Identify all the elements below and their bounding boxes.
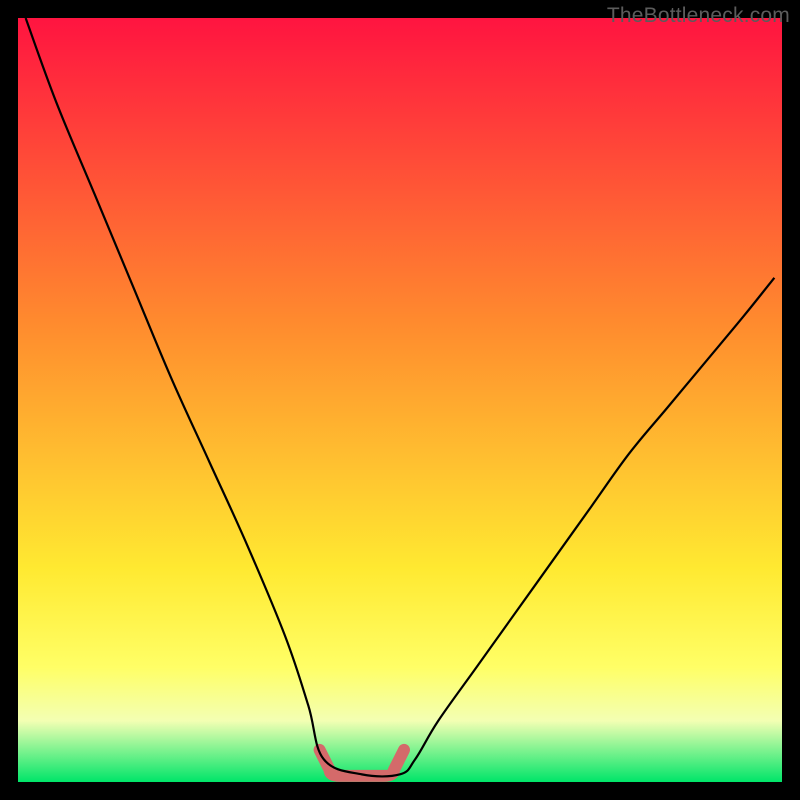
watermark-text: TheBottleneck.com	[607, 4, 790, 28]
chart-frame: TheBottleneck.com	[0, 0, 800, 800]
gradient-background	[18, 18, 782, 782]
plot-area	[18, 18, 782, 782]
bottleneck-chart	[18, 18, 782, 782]
